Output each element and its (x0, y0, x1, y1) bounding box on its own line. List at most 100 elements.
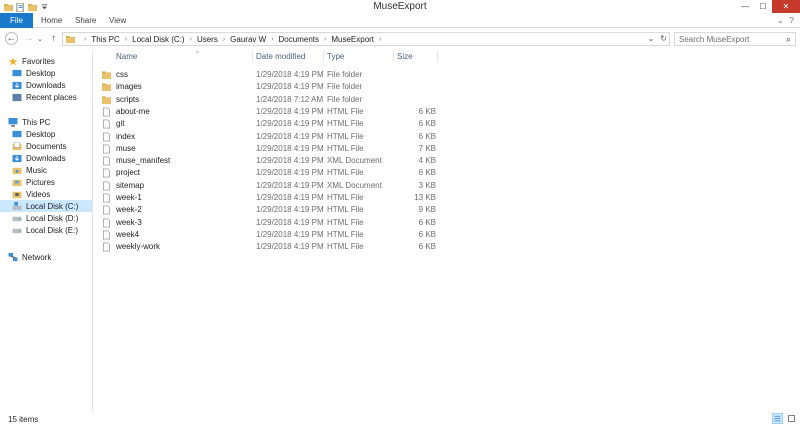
sidebar-item-recent-places[interactable]: Recent places (0, 91, 92, 103)
tab-share[interactable]: Share (75, 13, 96, 28)
minimize-button[interactable]: — (736, 0, 754, 13)
table-row[interactable]: about-me 1/29/2018 4:19 PM HTML File 6 KB (100, 106, 440, 118)
table-row[interactable]: week4 1/29/2018 4:19 PM HTML File 6 KB (100, 229, 440, 241)
back-arrow-icon: ← (6, 33, 17, 44)
file-date-modified: 1/29/2018 4:19 PM (256, 168, 324, 178)
sidebar-item-music[interactable]: Music (0, 164, 92, 176)
table-row[interactable]: sitemap 1/29/2018 4:19 PM XML Document 3 KB (100, 180, 440, 192)
ribbon: File Home Share View ⌄ ? (0, 13, 800, 28)
breadcrumb-separator[interactable]: › (324, 36, 326, 43)
table-row[interactable]: muse 1/29/2018 4:19 PM HTML File 7 KB (100, 143, 440, 155)
breadcrumb-users[interactable]: Users (197, 35, 218, 44)
sidebar-item-pictures[interactable]: Pictures (0, 176, 92, 188)
column-divider[interactable] (393, 51, 394, 62)
drive-icon (12, 216, 22, 221)
file-type: HTML File (327, 168, 364, 178)
folder-icon (66, 35, 75, 43)
table-row[interactable]: scripts 1/24/2018 7:12 AM File folder (100, 94, 440, 106)
sidebar-item-network[interactable]: Network (0, 251, 92, 263)
table-row[interactable]: week-3 1/29/2018 4:19 PM HTML File 6 KB (100, 217, 440, 229)
table-row[interactable]: muse_manifest 1/29/2018 4:19 PM XML Docume… (100, 155, 440, 167)
maximize-button[interactable]: ☐ (754, 0, 772, 13)
file-date-modified: 1/29/2018 4:19 PM (256, 70, 324, 79)
file-type: HTML File (327, 106, 364, 116)
sidebar-item-videos[interactable]: Videos (0, 188, 92, 200)
file-size: 6 KB (418, 106, 436, 116)
breadcrumb-museexport[interactable]: MuseExport (331, 35, 374, 44)
search-input[interactable]: Search MuseExport ⌕ (674, 32, 796, 46)
file-size: 6 KB (418, 217, 436, 227)
file-size: 3 KB (418, 180, 436, 190)
breadcrumb-separator[interactable]: › (271, 36, 273, 43)
table-row[interactable]: git 1/29/2018 4:19 PM HTML File 6 KB (100, 118, 440, 130)
close-button[interactable]: ✕ (772, 0, 800, 13)
help-button[interactable]: ? (790, 16, 794, 25)
column-divider[interactable] (252, 51, 253, 62)
sidebar-item-local-disk-e[interactable]: Local Disk (E:) (0, 224, 92, 236)
file-date-modified: 1/29/2018 4:19 PM (256, 119, 324, 129)
computer-icon (8, 117, 18, 127)
large-icons-view-icon[interactable] (786, 413, 797, 424)
tab-view[interactable]: View (109, 13, 126, 28)
column-header-date-modified[interactable]: Date modified (256, 50, 322, 63)
sidebar-item-favorites-downloads[interactable]: Downloads (0, 79, 92, 91)
table-row[interactable]: images 1/29/2018 4:19 PM File folder (100, 81, 440, 93)
desktop-icon (12, 69, 22, 76)
sidebar-item-favorites-desktop[interactable]: Desktop (0, 67, 92, 79)
up-button[interactable]: ↑ (47, 32, 60, 45)
breadcrumb-documents[interactable]: Documents (279, 35, 319, 44)
tab-home[interactable]: Home (41, 13, 62, 28)
sidebar-item-label: Documents (26, 141, 67, 151)
address-dropdown-button[interactable]: ⌄ (648, 34, 655, 43)
breadcrumb-separator[interactable]: › (125, 36, 127, 43)
address-bar[interactable]: › This PC › Local Disk (C:) › Users › Ga… (62, 32, 670, 46)
file-date-modified: 1/29/2018 4:19 PM (256, 156, 324, 166)
table-row[interactable]: css 1/29/2018 4:19 PM File folder (100, 69, 440, 81)
breadcrumb-separator[interactable]: › (223, 36, 225, 43)
sidebar-item-downloads[interactable]: Downloads (0, 152, 92, 164)
back-button[interactable]: ← (5, 32, 18, 45)
table-row[interactable]: project 1/29/2018 4:19 PM HTML File 6 KB (100, 167, 440, 179)
details-view-icon[interactable] (772, 413, 783, 424)
breadcrumb-local-disk-c[interactable]: Local Disk (C:) (132, 35, 184, 44)
column-header-name[interactable]: Name ^ (116, 50, 256, 63)
forward-button[interactable]: → (22, 32, 35, 45)
file-name: project (116, 168, 141, 178)
table-row[interactable]: index 1/29/2018 4:19 PM HTML File 6 KB (100, 131, 440, 143)
file-name: sitemap (116, 180, 145, 190)
file-type: XML Document (327, 180, 382, 190)
sidebar-item-label: Favorites (22, 56, 55, 66)
sidebar-item-label: Downloads (26, 80, 66, 90)
file-size: 6 KB (418, 168, 436, 178)
breadcrumb-separator[interactable]: › (379, 36, 381, 43)
column-header-size[interactable]: Size (397, 50, 437, 63)
file-type: File folder (327, 82, 363, 92)
sidebar-item-this-pc[interactable]: This PC (0, 116, 92, 128)
expand-ribbon-button[interactable]: ⌄ (777, 16, 784, 25)
column-header-type[interactable]: Type (327, 50, 393, 63)
table-row[interactable]: weekly-work 1/29/2018 4:19 PM HTML File 6 K… (100, 241, 440, 253)
tab-file[interactable]: File (0, 13, 33, 28)
refresh-button[interactable]: ↻ (660, 34, 667, 43)
recent-locations-button[interactable]: ⌄ (36, 32, 44, 45)
file-icon (103, 230, 110, 240)
sidebar-item-favorites[interactable]: Favorites (0, 55, 92, 67)
table-row[interactable]: week-2 1/29/2018 4:19 PM HTML File 9 KB (100, 204, 440, 216)
breadcrumb-separator[interactable]: › (190, 36, 192, 43)
breadcrumb-this-pc[interactable]: This PC (91, 35, 119, 44)
breadcrumb-user[interactable]: Gaurav W (230, 35, 266, 44)
file-type: HTML File (327, 119, 364, 129)
column-divider[interactable] (437, 51, 438, 62)
file-date-modified: 1/29/2018 4:19 PM (256, 106, 324, 116)
sidebar-item-local-disk-d[interactable]: Local Disk (D:) (0, 212, 92, 224)
file-type: XML Document (327, 156, 382, 166)
sidebar-item-documents[interactable]: Documents (0, 140, 92, 152)
file-name: git (116, 119, 125, 129)
breadcrumb-separator[interactable]: › (84, 36, 86, 43)
downloads-icon (12, 154, 22, 162)
sidebar-item-desktop[interactable]: Desktop (0, 128, 92, 140)
file-name: week4 (116, 229, 140, 239)
column-divider[interactable] (323, 51, 324, 62)
table-row[interactable]: week-1 1/29/2018 4:19 PM HTML File 13 KB (100, 192, 440, 204)
sidebar-item-local-disk-c[interactable]: Local Disk (C:) (0, 200, 92, 212)
